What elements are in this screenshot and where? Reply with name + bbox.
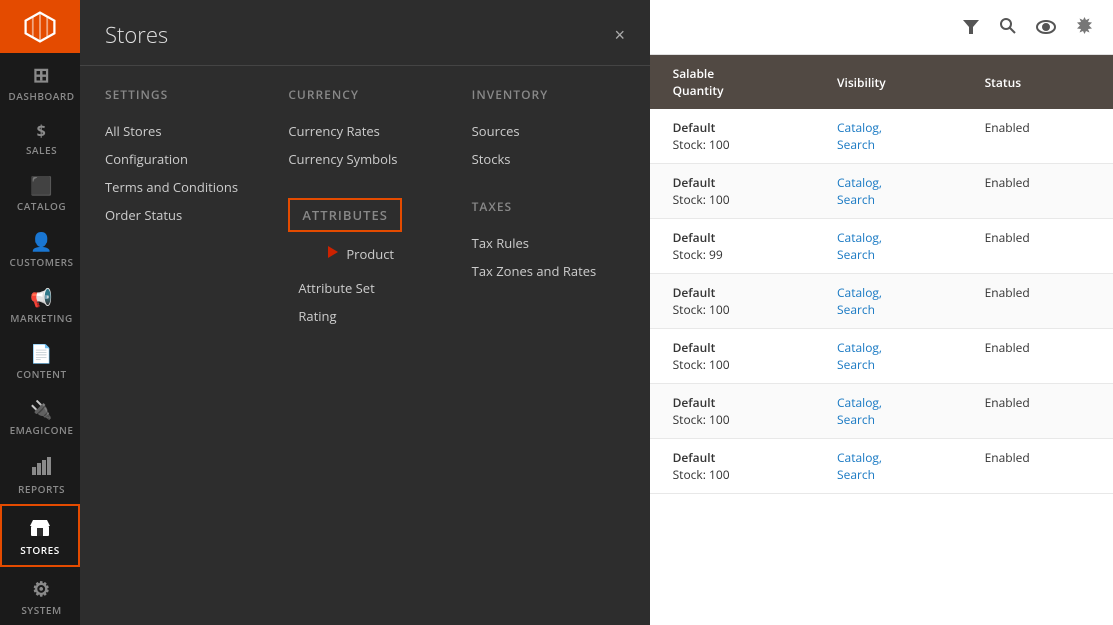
tax-zones-link[interactable]: Tax Zones and Rates xyxy=(472,257,625,285)
cell-status: Enabled xyxy=(973,109,1113,164)
stores-dropdown: Stores × Settings All Stores Configurati… xyxy=(80,0,650,625)
sidebar: ⊞ DASHBOARD $ SALES ⬛ CATALOG 👤 CUSTOMER… xyxy=(0,0,80,625)
stores-inventory-col: Inventory Sources Stocks Taxes Tax Rules… xyxy=(472,86,625,605)
cell-status: Enabled xyxy=(973,274,1113,329)
visibility-link[interactable]: Catalog, xyxy=(837,449,882,466)
product-link[interactable]: Product xyxy=(346,245,394,263)
sidebar-item-reports[interactable]: REPORTS xyxy=(0,445,80,504)
cell-salable: DefaultStock: 100 xyxy=(661,109,825,164)
cell-salable: DefaultStock: 100 xyxy=(661,329,825,384)
inventory-section-title: Inventory xyxy=(472,86,625,103)
cell-visibility: Catalog,Search xyxy=(825,439,973,494)
taxes-divider: Taxes Tax Rules Tax Zones and Rates xyxy=(472,198,625,285)
sidebar-item-content[interactable]: 📄 CONTENT xyxy=(0,333,80,389)
sidebar-item-emagicone[interactable]: 🔌 EMAGICONE xyxy=(0,389,80,445)
attributes-box: Attributes xyxy=(288,198,402,232)
attribute-set-link[interactable]: Attribute Set xyxy=(298,274,441,302)
catalog-icon: ⬛ xyxy=(30,177,53,195)
col-status: Status xyxy=(973,55,1113,109)
main-area: ibute Set SKU Price Quantity SalableQuan… xyxy=(80,0,1113,625)
search-icon[interactable] xyxy=(999,16,1016,39)
logo[interactable] xyxy=(0,0,80,53)
stores-currency-col: Currency Currency Rates Currency Symbols… xyxy=(288,86,441,605)
sidebar-item-system[interactable]: ⚙ SYSTEM xyxy=(0,567,80,625)
currency-symbols-link[interactable]: Currency Symbols xyxy=(288,145,441,173)
col-salable: SalableQuantity xyxy=(661,55,825,109)
cell-status: Enabled xyxy=(973,329,1113,384)
currency-section-title: Currency xyxy=(288,86,441,103)
red-arrow-icon xyxy=(298,242,338,266)
product-arrow-row: Product xyxy=(298,242,441,266)
stores-close-button[interactable]: × xyxy=(614,26,625,44)
currency-rates-link[interactable]: Currency Rates xyxy=(288,117,441,145)
sidebar-item-sales[interactable]: $ SALES xyxy=(0,111,80,165)
cell-visibility: Catalog,Search xyxy=(825,219,973,274)
all-stores-link[interactable]: All Stores xyxy=(105,117,258,145)
settings-icon[interactable] xyxy=(1076,16,1093,39)
cell-status: Enabled xyxy=(973,164,1113,219)
sales-icon: $ xyxy=(37,123,47,139)
customers-icon: 👤 xyxy=(30,233,53,251)
reports-icon xyxy=(32,457,52,478)
visibility-link[interactable]: Catalog, xyxy=(837,174,882,191)
visibility-link[interactable]: Catalog, xyxy=(837,339,882,356)
attributes-items: Product Attribute Set Rating xyxy=(288,242,441,330)
stores-icon xyxy=(29,518,51,539)
tax-rules-link[interactable]: Tax Rules xyxy=(472,229,625,257)
cell-visibility: Catalog,Search xyxy=(825,164,973,219)
settings-section-title: Settings xyxy=(105,86,258,103)
sidebar-item-marketing[interactable]: 📢 MARKETING xyxy=(0,277,80,333)
cell-visibility: Catalog,Search xyxy=(825,329,973,384)
visibility-link[interactable]: Catalog, xyxy=(837,394,882,411)
visibility-link[interactable]: Catalog, xyxy=(837,284,882,301)
sidebar-item-stores[interactable]: STORES xyxy=(0,504,80,567)
cell-visibility: Catalog,Search xyxy=(825,274,973,329)
stocks-link[interactable]: Stocks xyxy=(472,145,625,173)
attributes-divider: Attributes Product Attribute Set Rating xyxy=(288,198,441,330)
visibility-link[interactable]: Catalog, xyxy=(837,229,882,246)
stores-body: Settings All Stores Configuration Terms … xyxy=(80,66,650,625)
order-status-link[interactable]: Order Status xyxy=(105,201,258,229)
emagicone-icon: 🔌 xyxy=(30,401,53,419)
marketing-icon: 📢 xyxy=(30,289,53,307)
cell-status: Enabled xyxy=(973,219,1113,274)
sources-link[interactable]: Sources xyxy=(472,117,625,145)
content-icon: 📄 xyxy=(30,345,53,363)
cell-salable: DefaultStock: 99 xyxy=(661,219,825,274)
cell-salable: DefaultStock: 100 xyxy=(661,384,825,439)
terms-conditions-link[interactable]: Terms and Conditions xyxy=(105,173,258,201)
visibility-icon[interactable] xyxy=(1036,16,1056,39)
stores-title: Stores xyxy=(105,20,168,50)
rating-link[interactable]: Rating xyxy=(298,302,441,330)
sidebar-item-catalog[interactable]: ⬛ CATALOG xyxy=(0,165,80,221)
cell-salable: DefaultStock: 100 xyxy=(661,274,825,329)
col-visibility: Visibility xyxy=(825,55,973,109)
filter-icon[interactable] xyxy=(963,16,979,39)
cell-salable: DefaultStock: 100 xyxy=(661,164,825,219)
visibility-link[interactable]: Catalog, xyxy=(837,119,882,136)
configuration-link[interactable]: Configuration xyxy=(105,145,258,173)
cell-visibility: Catalog,Search xyxy=(825,384,973,439)
cell-status: Enabled xyxy=(973,384,1113,439)
cell-visibility: Catalog,Search xyxy=(825,109,973,164)
sidebar-item-dashboard[interactable]: ⊞ DASHBOARD xyxy=(0,53,80,111)
cell-status: Enabled xyxy=(973,439,1113,494)
system-icon: ⚙ xyxy=(32,579,50,599)
stores-header: Stores × xyxy=(80,0,650,66)
cell-salable: DefaultStock: 100 xyxy=(661,439,825,494)
stores-settings-col: Settings All Stores Configuration Terms … xyxy=(105,86,258,605)
taxes-section-title: Taxes xyxy=(472,198,625,215)
dashboard-icon: ⊞ xyxy=(33,65,50,85)
sidebar-item-customers[interactable]: 👤 CUSTOMERS xyxy=(0,221,80,277)
